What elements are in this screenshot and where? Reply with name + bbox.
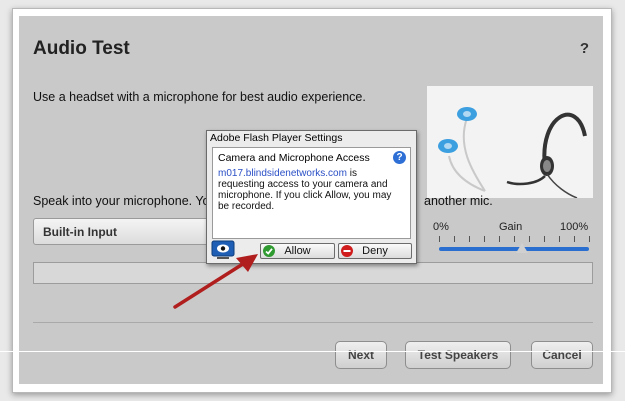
- gain-max-label: 100%: [560, 221, 589, 233]
- gain-tick: [529, 236, 530, 242]
- question-icon[interactable]: ?: [393, 151, 406, 164]
- flash-settings-dialog: Adobe Flash Player Settings Camera and M…: [206, 130, 417, 264]
- deny-button[interactable]: Deny: [338, 243, 412, 259]
- gain-tick: [544, 236, 545, 242]
- domain-link[interactable]: m017.blindsidenetworks.com: [218, 168, 347, 179]
- speak-instruction: Speak into your microphone. You: [33, 194, 216, 208]
- gain-slider-thumb[interactable]: [515, 243, 528, 253]
- gain-tick: [499, 236, 500, 242]
- gain-ticks: [439, 236, 590, 244]
- flash-message: m017.blindsidenetworks.com is requesting…: [218, 168, 403, 212]
- gain-min-label: 0%: [433, 221, 449, 233]
- gain-label: Gain: [499, 221, 523, 233]
- gain-tick: [484, 236, 485, 242]
- gain-tick: [469, 236, 470, 242]
- flash-header: Adobe Flash Player Settings: [210, 132, 343, 144]
- mic-level-meter: [33, 262, 593, 284]
- help-icon[interactable]: ?: [580, 40, 589, 57]
- gain-tick: [454, 236, 455, 242]
- gain-tick: [574, 236, 575, 242]
- divider: [33, 322, 593, 323]
- speak-text-left: Speak into your microphone. You: [33, 194, 217, 208]
- flash-panel-title: Camera and Microphone Access: [218, 152, 370, 164]
- allow-label: Allow: [284, 245, 311, 257]
- cancel-button[interactable]: Cancel: [531, 341, 593, 369]
- test-speakers-button[interactable]: Test Speakers: [405, 341, 511, 369]
- gain-tick: [439, 236, 440, 242]
- speak-text-right: another mic.: [424, 194, 493, 208]
- allow-button[interactable]: Allow: [260, 243, 335, 259]
- next-button[interactable]: Next: [335, 341, 387, 369]
- deny-label: Deny: [362, 245, 388, 257]
- headset-image: [427, 86, 593, 198]
- flash-panel: Camera and Microphone Access ? m017.blin…: [212, 147, 411, 239]
- gain-tick: [559, 236, 560, 242]
- webcam-icon[interactable]: [211, 240, 235, 260]
- gain-tick: [589, 236, 590, 242]
- gain-tick: [514, 236, 515, 242]
- intro-text: Use a headset with a microphone for best…: [33, 90, 366, 104]
- gain-slider-track[interactable]: [439, 247, 589, 251]
- divider-line: [0, 351, 625, 352]
- microphone-select[interactable]: Built-in Input: [33, 218, 223, 245]
- dialog-title: Audio Test: [33, 38, 130, 59]
